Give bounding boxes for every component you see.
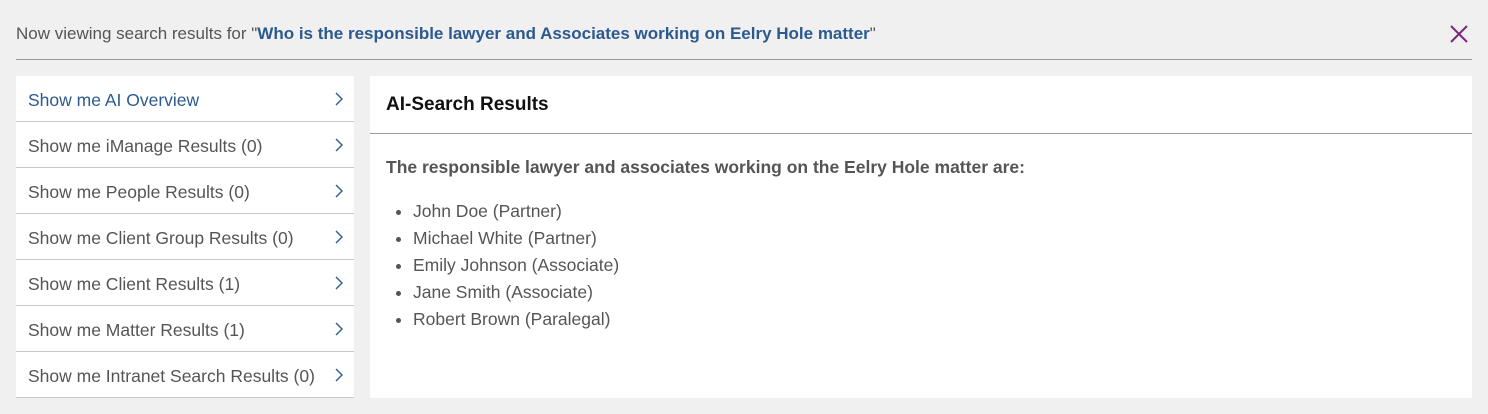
sidebar-item-matter[interactable]: Show me Matter Results (1) [16, 306, 354, 352]
chevron-right-icon [334, 183, 344, 199]
chevron-right-icon [334, 91, 344, 107]
results-summary: The responsible lawyer and associates wo… [386, 157, 1025, 177]
header-suffix: " [869, 24, 876, 43]
close-icon [1450, 25, 1468, 43]
header-prefix: Now viewing search results for " [16, 24, 258, 43]
header-query: Who is the responsible lawyer and Associ… [257, 24, 870, 43]
people-list: John Doe (Partner) Michael White (Partne… [386, 198, 619, 333]
chevron-right-icon [334, 321, 344, 337]
results-sidebar: Show me AI Overview Show me iManage Resu… [16, 76, 354, 398]
sidebar-item-label: Show me People Results (0) [28, 182, 250, 202]
ai-results-header: AI-Search Results [370, 76, 1472, 134]
sidebar-item-label: Show me Client Group Results (0) [28, 228, 294, 248]
close-button[interactable] [1446, 21, 1472, 47]
list-item: Emily Johnson (Associate) [413, 252, 619, 279]
sidebar-item-label: Show me Matter Results (1) [28, 320, 245, 340]
sidebar-item-client[interactable]: Show me Client Results (1) [16, 260, 354, 306]
header-text: Now viewing search results for "Who is t… [16, 22, 876, 46]
sidebar-item-label: Show me AI Overview [28, 90, 200, 110]
ai-results-pane: AI-Search Results The responsible lawyer… [370, 76, 1472, 398]
sidebar-item-people[interactable]: Show me People Results (0) [16, 168, 354, 214]
sidebar-item-imanage[interactable]: Show me iManage Results (0) [16, 122, 354, 168]
sidebar-item-ai-overview[interactable]: Show me AI Overview [16, 76, 354, 122]
sidebar-item-intranet[interactable]: Show me Intranet Search Results (0) [16, 352, 354, 398]
list-item: Michael White (Partner) [413, 225, 619, 252]
search-results-panel: Now viewing search results for "Who is t… [0, 0, 1488, 414]
page-title: AI-Search Results [386, 94, 549, 115]
list-item: Jane Smith (Associate) [413, 279, 619, 306]
chevron-right-icon [334, 275, 344, 291]
chevron-right-icon [334, 229, 344, 245]
results-header: Now viewing search results for "Who is t… [16, 0, 1472, 60]
sidebar-item-client-group[interactable]: Show me Client Group Results (0) [16, 214, 354, 260]
list-item: Robert Brown (Paralegal) [413, 306, 619, 333]
chevron-right-icon [334, 367, 344, 383]
chevron-right-icon [334, 137, 344, 153]
sidebar-item-label: Show me Intranet Search Results (0) [28, 366, 315, 386]
sidebar-item-label: Show me iManage Results (0) [28, 136, 263, 156]
sidebar-item-label: Show me Client Results (1) [28, 274, 241, 294]
list-item: John Doe (Partner) [413, 198, 619, 225]
